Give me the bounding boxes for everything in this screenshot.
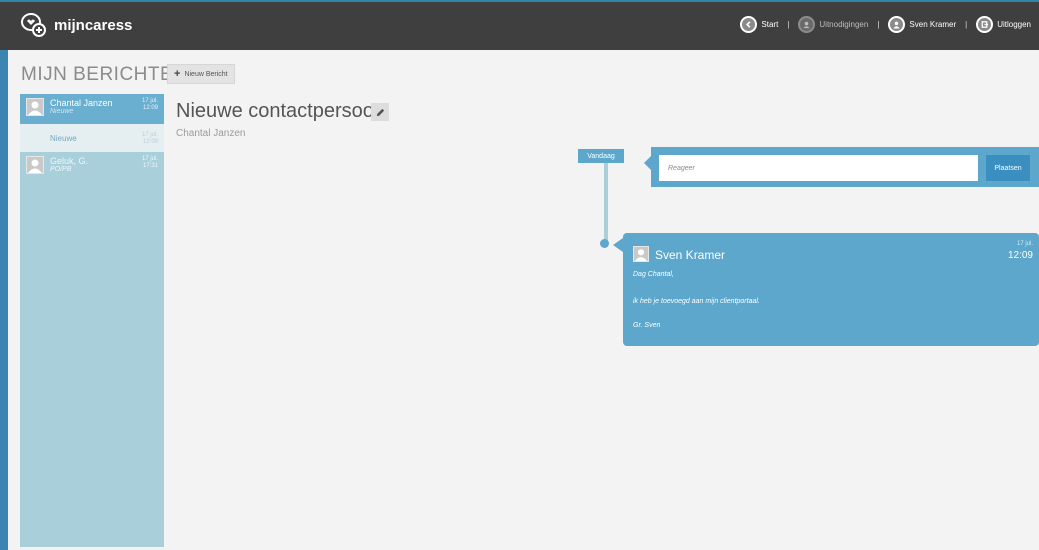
message-line: Gr. Sven (633, 322, 661, 329)
message-card: Sven Kramer 17 jul. 12:09 Dag Chantal, i… (623, 233, 1039, 346)
page-title: MIJN BERICHTEN (21, 64, 188, 85)
conversation-participant: Chantal Janzen (176, 128, 246, 139)
nav-start-label: Start (761, 20, 779, 29)
conversation-item-geluk[interactable]: Geluk, G. PO/PB 17 jul. 17:31 (20, 152, 164, 186)
main-content: MIJN BERICHTEN + Nieuw Bericht Chantal J… (8, 50, 1039, 550)
app-name: mijncaress (54, 16, 133, 34)
conversation-date-time: 12:09 (142, 105, 158, 111)
timeline-date-label: Vandaag (578, 149, 624, 163)
logout-icon (976, 16, 994, 33)
edit-title-button[interactable] (371, 103, 389, 121)
chat-bubbles-logo-icon (20, 11, 48, 39)
nav-logout-label: Uitloggen (997, 20, 1031, 29)
nav-user[interactable]: Sven Kramer (888, 16, 956, 33)
new-message-button[interactable]: + Nieuw Bericht (167, 64, 235, 84)
conversation-subtitle: PO/PB (50, 166, 72, 173)
pencil-icon (376, 108, 384, 116)
nav-logout[interactable]: Uitloggen (976, 16, 1031, 33)
message-date: 17 jul. (1016, 241, 1033, 247)
nav-separator: | (787, 20, 790, 29)
message-line: ik heb je toevoegd aan mijn clientportaa… (633, 298, 760, 305)
nav-user-label: Sven Kramer (909, 20, 957, 29)
nav-invitations-label: Uitnodigingen (819, 20, 869, 29)
conversation-date-time: 12:09 (142, 139, 158, 145)
reply-box-pointer (644, 156, 651, 170)
conversation-date-time: 17:31 (142, 163, 158, 169)
back-arrow-icon (740, 16, 758, 33)
conversation-list: Chantal Janzen Nieuwe 17 jul. 12:09 Nieu… (20, 94, 164, 547)
nav-start[interactable]: Start (740, 16, 778, 33)
reply-box: Plaatsen (651, 147, 1039, 187)
top-nav: Start | Uitnodigingen | Sven Kramer | Ui… (740, 16, 1031, 33)
app-logo[interactable]: mijncaress (20, 11, 132, 39)
nav-invitations[interactable]: Uitnodigingen (798, 16, 868, 33)
user-avatar-icon (888, 16, 906, 33)
conversation-date-day: 17 jul. (141, 98, 158, 104)
timeline-line (604, 163, 608, 241)
message-time: 12:09 (1007, 250, 1033, 261)
nav-separator: | (877, 20, 880, 29)
message-pointer (613, 238, 623, 252)
conversation-date-day: 17 jul. (141, 132, 158, 138)
conversation-date-day: 17 jul. (141, 156, 158, 162)
plus-icon: + (174, 68, 181, 80)
conversation-date: 17 jul. 17:31 (142, 156, 158, 170)
conversation-date: 17 jul. 12:09 (142, 132, 158, 146)
timeline-dot (600, 239, 609, 248)
conversation-subitem-nieuwe[interactable]: Nieuwe 17 jul. 12:09 (20, 124, 164, 152)
conversation-subtitle: Nieuwe (50, 108, 74, 115)
avatar (26, 98, 44, 116)
conversation-date: 17 jul. 12:09 (142, 98, 158, 112)
avatar (26, 156, 44, 174)
message-line: Dag Chantal, (633, 271, 674, 278)
left-accent-stripe (0, 50, 8, 550)
top-bar: mijncaress Start | Uitnodigingen | Sven … (0, 0, 1039, 50)
reply-input[interactable] (659, 155, 978, 181)
conversation-subitem-name: Nieuwe (50, 134, 77, 143)
conversation-name: Chantal Janzen (50, 98, 113, 108)
nav-separator: | (965, 20, 968, 29)
conversation-item-chantal[interactable]: Chantal Janzen Nieuwe 17 jul. 12:09 (20, 94, 164, 124)
conversation-title: Nieuwe contactpersoon (176, 100, 386, 122)
new-message-label: Nieuw Bericht (184, 70, 228, 78)
invitations-icon (798, 16, 816, 33)
avatar (633, 246, 649, 262)
post-button[interactable]: Plaatsen (986, 155, 1030, 181)
message-author: Sven Kramer (655, 248, 726, 262)
conversation-name: Geluk, G. (50, 156, 89, 166)
